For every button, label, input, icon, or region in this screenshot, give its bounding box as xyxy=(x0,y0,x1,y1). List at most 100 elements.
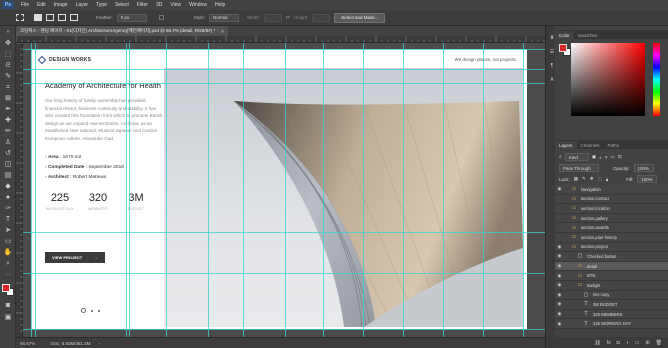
menu-filter[interactable]: Filter xyxy=(133,2,152,8)
filter-type-icon[interactable]: T xyxy=(605,155,608,160)
panel-foreground-swatch[interactable] xyxy=(559,44,567,52)
foreground-color-swatch[interactable] xyxy=(2,284,10,292)
layer-row[interactable]: ◉ ▭ Navigation xyxy=(555,185,668,195)
width-input[interactable] xyxy=(263,13,282,22)
rectangle-tool-icon[interactable]: ▭ xyxy=(3,238,13,246)
blend-mode-select[interactable]: Pass Through xyxy=(559,164,599,172)
pagination-dot[interactable] xyxy=(98,309,100,312)
layer-row[interactable]: ◉ ▭ detail xyxy=(555,261,668,272)
visibility-eye-icon[interactable]: ◉ xyxy=(555,292,564,298)
close-tab-icon[interactable]: × xyxy=(221,29,224,34)
subtract-selection-icon[interactable] xyxy=(58,14,66,21)
visibility-eye-icon[interactable]: ◉ xyxy=(555,186,564,192)
tab-color[interactable]: Color xyxy=(555,31,574,39)
brush-tool-icon[interactable]: ✏ xyxy=(3,128,13,136)
lock-position-icon[interactable]: ✥ xyxy=(590,176,594,182)
color-picker-field[interactable] xyxy=(571,43,645,116)
lock-all-icon[interactable]: 🔒︎ xyxy=(606,177,608,182)
screen-mode-icon[interactable]: ▣ xyxy=(3,314,13,322)
clone-stamp-tool-icon[interactable]: ♙ xyxy=(3,139,13,147)
collapse-icon[interactable]: » xyxy=(3,28,13,36)
eraser-tool-icon[interactable]: ◫ xyxy=(3,161,13,169)
layer-row[interactable]: ▭ section.contact xyxy=(555,194,668,205)
filter-shape-icon[interactable]: ▭ xyxy=(611,154,615,160)
ruler-horizontal[interactable] xyxy=(16,36,545,43)
style-select[interactable]: Normal xyxy=(209,13,240,22)
hue-slider[interactable] xyxy=(653,43,660,116)
tab-swatches[interactable]: Swatches xyxy=(574,31,602,39)
status-arrow-icon[interactable]: › xyxy=(99,341,101,346)
view-project-button[interactable]: VIEW PROJECT → xyxy=(45,252,105,263)
menu-layer[interactable]: Layer xyxy=(72,2,93,8)
visibility-eye-icon[interactable]: ◉ xyxy=(555,263,564,269)
path-selection-tool-icon[interactable]: ➤ xyxy=(3,227,13,235)
layer-row[interactable]: ◉ ▢ line copy xyxy=(555,290,668,301)
tab-layers[interactable]: Layers xyxy=(555,141,577,149)
trash-icon[interactable]: 🗑︎ xyxy=(656,340,662,346)
filter-adjust-icon[interactable]: ◐ xyxy=(599,155,602,160)
lock-artboard-icon[interactable]: ⬚ xyxy=(598,176,602,182)
quick-mask-icon[interactable]: ◙ xyxy=(3,302,13,310)
layer-row[interactable]: ◉ ▢ Checked button xyxy=(555,252,668,262)
visibility-eye-icon[interactable]: ◉ xyxy=(555,244,564,250)
eyedropper-tool-icon[interactable]: ✒ xyxy=(3,106,13,114)
layer-row[interactable]: ▭ section.awards xyxy=(555,223,668,233)
menu-file[interactable]: File xyxy=(17,2,33,8)
add-selection-icon[interactable] xyxy=(46,14,54,21)
visibility-eye-icon[interactable]: ◉ xyxy=(555,301,564,307)
document-tab[interactable]: 코딩웍스 - 랜딩 페이지 - 01(디자인) ArchitectureAgen… xyxy=(16,26,228,36)
new-group-icon[interactable]: ▭ xyxy=(635,340,640,346)
healing-brush-tool-icon[interactable]: ✚ xyxy=(3,117,13,125)
layer-row[interactable]: ◉ ▭ section.project xyxy=(555,242,668,253)
link-layers-icon[interactable]: ⛓ xyxy=(594,340,600,346)
visibility-eye-icon[interactable]: ◉ xyxy=(555,273,564,279)
new-layer-icon[interactable]: ⊞ xyxy=(645,340,649,346)
marquee-tool-icon[interactable] xyxy=(16,14,24,21)
ruler-vertical[interactable] xyxy=(16,42,23,337)
pagination-dot[interactable] xyxy=(81,308,86,313)
gradient-tool-icon[interactable]: ▤ xyxy=(3,172,13,180)
menu-view[interactable]: View xyxy=(166,2,185,8)
adjustment-layer-icon[interactable]: ◑ xyxy=(626,340,629,346)
intersect-selection-icon[interactable] xyxy=(70,14,78,21)
new-selection-icon[interactable] xyxy=(34,14,42,21)
tab-paths[interactable]: Paths xyxy=(604,141,624,149)
layer-row[interactable]: ▭ section.gallery xyxy=(555,213,668,224)
menu-help[interactable]: Help xyxy=(211,2,229,8)
filter-smart-icon[interactable]: ⊡ xyxy=(618,154,622,160)
swap-dimensions-icon[interactable]: ⇄ xyxy=(286,15,290,21)
height-input[interactable] xyxy=(312,13,331,22)
menu-edit[interactable]: Edit xyxy=(33,2,50,8)
tab-channels[interactable]: Channels xyxy=(577,141,604,149)
pagination-dot[interactable] xyxy=(91,309,93,312)
quick-select-tool-icon[interactable]: ✎ xyxy=(3,73,13,81)
history-brush-tool-icon[interactable]: ↺ xyxy=(3,150,13,158)
visibility-eye-icon[interactable]: ◉ xyxy=(555,253,564,259)
lock-pixels-icon[interactable]: ▦ xyxy=(574,176,578,182)
opacity-input[interactable]: 100% xyxy=(633,164,654,172)
layer-row[interactable]: ◉ ▭ Budget xyxy=(555,281,668,291)
document-canvas[interactable]: DESIGN WORKS We design places, not proje… xyxy=(31,49,527,329)
layer-row[interactable]: ◉ ▭ BTN xyxy=(555,271,668,281)
visibility-eye-icon[interactable]: ◉ xyxy=(555,311,564,317)
anti-alias-checkbox[interactable] xyxy=(158,15,164,20)
add-mask-icon[interactable]: ◘ xyxy=(617,340,620,346)
filter-pixel-icon[interactable]: ▣ xyxy=(592,154,596,160)
more-tools-icon[interactable]: ··· xyxy=(3,271,13,279)
hand-tool-icon[interactable]: ✋ xyxy=(3,249,13,257)
layer-row[interactable]: ◉ T 3M BUDGET xyxy=(555,300,668,310)
select-and-mask-button[interactable]: Select and Mask... xyxy=(334,12,386,23)
lock-paint-icon[interactable]: ✎ xyxy=(582,176,586,182)
menu-type[interactable]: Type xyxy=(92,2,111,8)
blur-tool-icon[interactable]: ◆ xyxy=(3,183,13,191)
fill-input[interactable]: 100% xyxy=(637,175,658,183)
pen-tool-icon[interactable]: ✑ xyxy=(3,205,13,213)
layer-row[interactable]: ▭ section.location xyxy=(555,204,668,214)
menu-image[interactable]: Image xyxy=(50,2,72,8)
layer-row[interactable]: ◉ T 320 MEMBERS xyxy=(555,309,668,320)
zoom-level[interactable]: 66.67% xyxy=(20,341,35,346)
feather-input[interactable]: 0 px xyxy=(116,13,147,22)
layer-row[interactable]: ▭ section.plan-history xyxy=(555,233,668,243)
dodge-tool-icon[interactable]: ● xyxy=(3,194,13,202)
visibility-eye-icon[interactable]: ◉ xyxy=(555,282,564,288)
